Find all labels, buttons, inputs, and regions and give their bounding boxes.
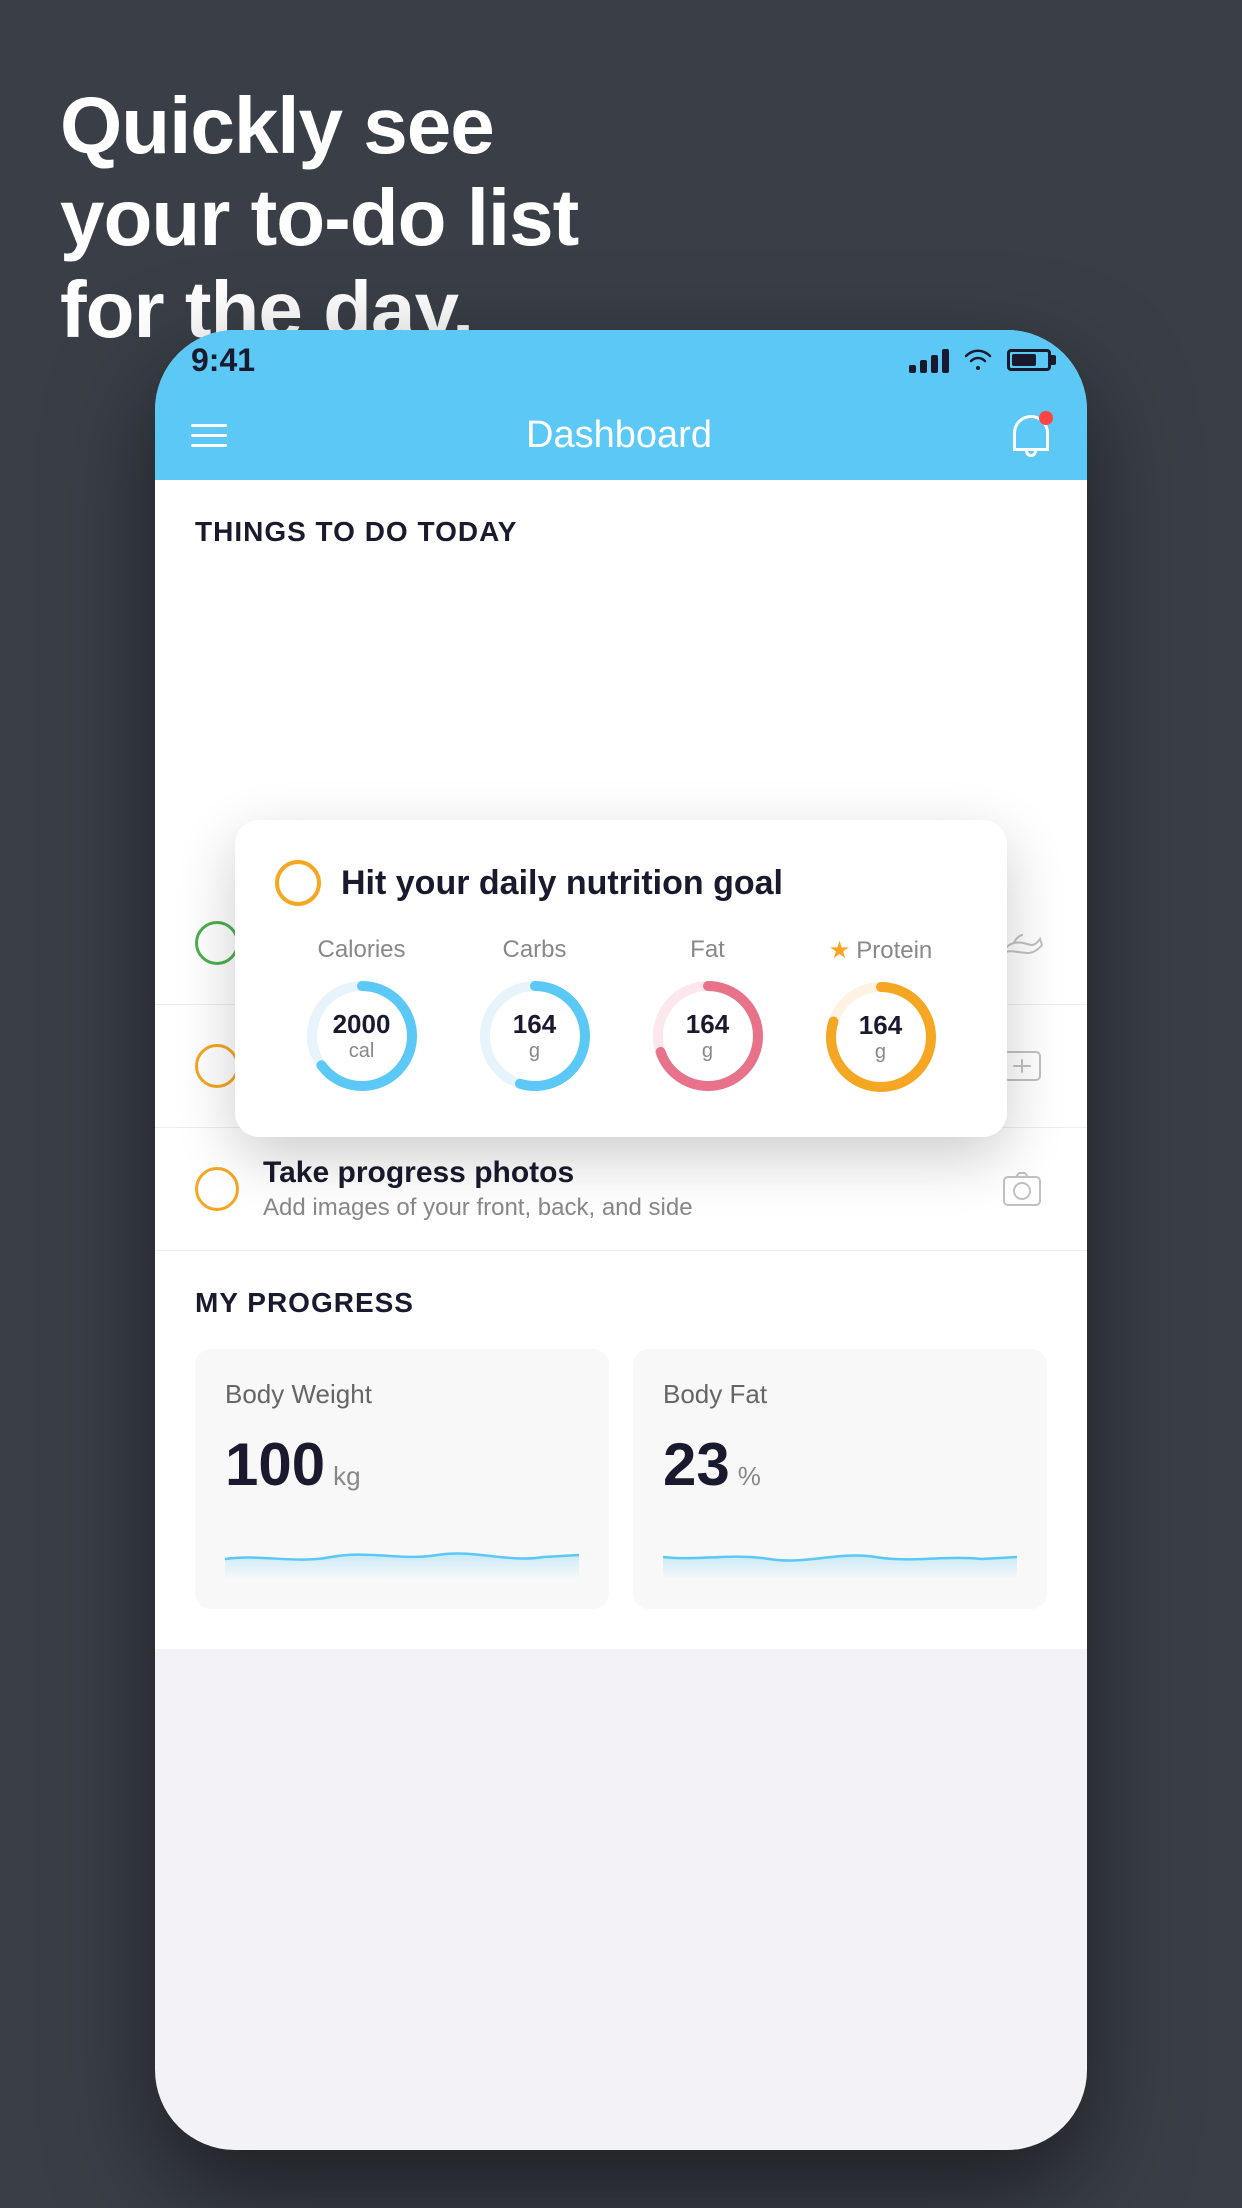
notification-bell-button[interactable] xyxy=(1011,413,1051,457)
carbs-item: Carbs 164 g xyxy=(475,936,595,1096)
phone-mockup: 9:41 Dashboard THINGS TO DO xyxy=(155,330,1087,2150)
nutrition-row: Calories 2000 cal Carbs xyxy=(275,936,967,1097)
calories-item: Calories 2000 cal xyxy=(302,936,422,1096)
body-fat-label: Body Fat xyxy=(663,1379,1017,1410)
carbs-chart: 164 g xyxy=(475,976,595,1096)
things-to-do-heading: THINGS TO DO TODAY xyxy=(155,480,1087,572)
header-title: Dashboard xyxy=(526,414,712,457)
photos-checkbox[interactable] xyxy=(195,1167,239,1211)
body-fat-unit: % xyxy=(738,1461,761,1492)
calories-label: Calories xyxy=(317,936,405,964)
progress-heading: MY PROGRESS xyxy=(195,1287,1047,1319)
headline-text: Quickly see your to-do list for the day. xyxy=(60,80,578,356)
protein-item: ★ Protein 164 g xyxy=(821,936,941,1097)
body-fat-chart xyxy=(663,1519,1017,1579)
nutrition-card-title: Hit your daily nutrition goal xyxy=(341,864,783,903)
photos-title: Take progress photos xyxy=(263,1156,973,1190)
fat-chart: 164 g xyxy=(648,976,768,1096)
wifi-icon xyxy=(963,349,993,371)
carbs-value: 164 xyxy=(513,1009,556,1040)
carbs-unit: g xyxy=(513,1040,556,1063)
protein-unit: g xyxy=(859,1041,902,1064)
carbs-label: Carbs xyxy=(502,936,566,964)
progress-section: MY PROGRESS Body Weight 100 kg xyxy=(155,1251,1087,1649)
progress-cards: Body Weight 100 kg xyxy=(195,1349,1047,1609)
fat-unit: g xyxy=(686,1040,729,1063)
status-bar: 9:41 xyxy=(155,330,1087,390)
signal-icon xyxy=(909,347,949,373)
nutrition-card: Hit your daily nutrition goal Calories 2… xyxy=(235,820,1007,1137)
photo-icon xyxy=(997,1164,1047,1214)
body-weight-label: Body Weight xyxy=(225,1379,579,1410)
status-time: 9:41 xyxy=(191,342,255,379)
body-weight-chart xyxy=(225,1519,579,1579)
menu-button[interactable] xyxy=(191,424,227,447)
app-header: Dashboard xyxy=(155,390,1087,480)
calories-chart: 2000 cal xyxy=(302,976,422,1096)
body-stats-checkbox[interactable] xyxy=(195,1044,239,1088)
fat-label: Fat xyxy=(690,936,725,964)
body-weight-value: 100 xyxy=(225,1430,325,1499)
calories-unit: cal xyxy=(333,1040,391,1063)
protein-value: 164 xyxy=(859,1010,902,1041)
body-fat-card[interactable]: Body Fat 23 % xyxy=(633,1349,1047,1609)
body-weight-unit: kg xyxy=(333,1461,360,1492)
fat-item: Fat 164 g xyxy=(648,936,768,1096)
photos-subtitle: Add images of your front, back, and side xyxy=(263,1194,973,1222)
status-icons xyxy=(909,347,1051,373)
todo-item-photos[interactable]: Take progress photos Add images of your … xyxy=(155,1128,1087,1251)
body-weight-card[interactable]: Body Weight 100 kg xyxy=(195,1349,609,1609)
battery-icon xyxy=(1007,349,1051,371)
body-fat-value: 23 xyxy=(663,1430,730,1499)
nutrition-goal-checkbox[interactable] xyxy=(275,860,321,906)
protein-chart: 164 g xyxy=(821,977,941,1097)
running-checkbox[interactable] xyxy=(195,921,239,965)
star-icon: ★ xyxy=(829,936,851,965)
calories-value: 2000 xyxy=(333,1009,391,1040)
app-content: THINGS TO DO TODAY Hit your daily nutrit… xyxy=(155,480,1087,1649)
fat-value: 164 xyxy=(686,1009,729,1040)
protein-label: ★ Protein xyxy=(829,936,933,965)
